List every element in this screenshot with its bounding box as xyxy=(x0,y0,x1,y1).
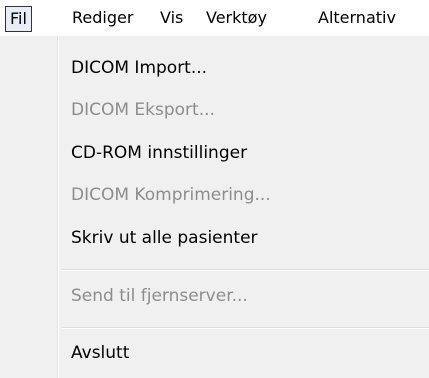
menu-rediger[interactable]: Rediger xyxy=(72,6,133,32)
menu-item-skriv-ut-alle-pasienter[interactable]: Skriv ut alle pasienter xyxy=(71,224,258,252)
menu-item-send-til-fjernserver: Send til fjernserver... xyxy=(71,286,248,306)
menu-item-cd-rom-innstillinger[interactable]: CD-ROM innstillinger xyxy=(71,139,247,167)
menu-fil[interactable]: Fil xyxy=(5,6,32,32)
menu-separator xyxy=(62,327,429,329)
application-window: Fil Rediger Vis Verktøy Alternativ DICOM… xyxy=(0,0,429,378)
menu-icon-gutter xyxy=(0,36,57,378)
gutter-divider-highlight xyxy=(58,36,59,378)
file-menu-dropdown: DICOM Import... DICOM Eksport... CD-ROM … xyxy=(0,36,429,378)
menu-bar: Fil Rediger Vis Verktøy Alternativ xyxy=(0,0,429,36)
menu-item-dicom-import[interactable]: DICOM Import... xyxy=(71,54,207,82)
menu-item-dicom-komprimering: DICOM Komprimering... xyxy=(71,185,271,205)
menu-vis[interactable]: Vis xyxy=(160,6,183,32)
menu-item-avslutt[interactable]: Avslutt xyxy=(71,339,129,367)
menu-alternativer[interactable]: Alternativ xyxy=(318,6,396,32)
menu-separator xyxy=(62,269,429,271)
menu-item-dicom-eksport: DICOM Eksport... xyxy=(71,100,215,120)
menu-verktoy[interactable]: Verktøy xyxy=(206,6,267,32)
